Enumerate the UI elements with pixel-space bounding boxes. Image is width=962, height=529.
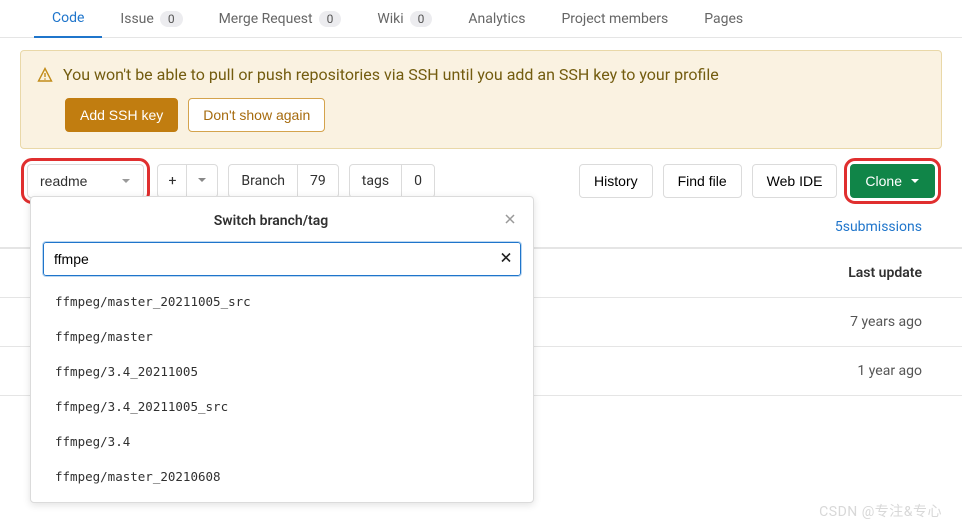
highlight-clone: Clone: [847, 161, 938, 201]
cell-last-update: 7 years ago: [850, 314, 922, 330]
branch-count[interactable]: Branch 79: [228, 164, 338, 198]
chevron-down-icon: [121, 173, 131, 189]
tags-count[interactable]: tags 0: [349, 164, 435, 198]
ssh-alert: You won't be able to pull or push reposi…: [20, 50, 942, 149]
history-button[interactable]: History: [579, 164, 653, 198]
branch-dropdown[interactable]: readme: [27, 164, 144, 198]
highlight-branch: readme: [24, 161, 147, 201]
repo-toolbar: readme + Branch 79 tags 0 History Find f…: [0, 149, 962, 201]
tab-code[interactable]: Code: [34, 0, 102, 38]
list-item[interactable]: ffmpeg/master: [55, 319, 527, 354]
submissions-link[interactable]: 5submissions: [835, 219, 922, 235]
branch-value: 79: [297, 165, 338, 197]
chevron-down-icon: [910, 176, 920, 186]
list-item[interactable]: ffmpeg/master_20210608: [55, 459, 527, 494]
list-item[interactable]: ffmpeg/3.4_20211005: [55, 354, 527, 389]
branch-list[interactable]: ffmpeg/master_20211005_src ffmpeg/master…: [31, 284, 533, 494]
watermark: CSDN @专注&专心: [819, 501, 942, 521]
add-menu[interactable]: +: [157, 164, 218, 198]
chevron-down-icon: [186, 165, 217, 197]
tab-issue[interactable]: Issue 0: [102, 0, 200, 37]
tab-label: Wiki: [377, 11, 403, 27]
tab-badge: 0: [319, 11, 342, 27]
tab-label: Code: [52, 10, 84, 26]
dropdown-title: Switch branch/tag: [43, 213, 499, 229]
tab-label: Issue: [120, 11, 153, 27]
col-last-update: Last update: [848, 265, 922, 281]
web-ide-button[interactable]: Web IDE: [752, 164, 838, 198]
tab-badge: 0: [410, 11, 433, 27]
branch-name: readme: [40, 173, 87, 189]
clone-button[interactable]: Clone: [850, 164, 935, 198]
branch-search-input[interactable]: [43, 242, 521, 276]
close-icon[interactable]: [499, 211, 521, 230]
tab-label: Project members: [561, 11, 668, 27]
clear-icon[interactable]: [499, 250, 513, 269]
tags-value: 0: [401, 165, 434, 197]
tab-label: Analytics: [468, 11, 525, 27]
add-ssh-button[interactable]: Add SSH key: [65, 98, 178, 132]
list-item[interactable]: ffmpeg/3.4_20211005_src: [55, 389, 527, 424]
plus-icon: +: [158, 165, 186, 197]
clone-label: Clone: [865, 173, 902, 189]
dont-show-again-button[interactable]: Don't show again: [188, 98, 325, 132]
tab-project-members[interactable]: Project members: [543, 0, 686, 37]
branch-label: Branch: [229, 165, 297, 197]
switch-branch-dropdown: Switch branch/tag ffmpeg/master_20211005…: [30, 196, 534, 503]
tab-label: Pages: [704, 11, 743, 27]
tab-analytics[interactable]: Analytics: [450, 0, 543, 37]
warning-icon: [37, 67, 53, 83]
cell-last-update: 1 year ago: [857, 363, 922, 379]
tab-pages[interactable]: Pages: [686, 0, 761, 37]
find-file-button[interactable]: Find file: [663, 164, 742, 198]
tab-badge: 0: [160, 11, 183, 27]
tab-label: Merge Request: [219, 11, 313, 27]
tab-merge-request[interactable]: Merge Request 0: [201, 0, 360, 37]
list-item[interactable]: ffmpeg/master_20211005_src: [55, 284, 527, 319]
nav-tabs: Code Issue 0 Merge Request 0 Wiki 0 Analyti…: [0, 0, 962, 38]
tags-label: tags: [350, 165, 401, 197]
list-item[interactable]: ffmpeg/3.4: [55, 424, 527, 459]
alert-text: You won't be able to pull or push reposi…: [63, 65, 719, 84]
tab-wiki[interactable]: Wiki 0: [359, 0, 450, 37]
